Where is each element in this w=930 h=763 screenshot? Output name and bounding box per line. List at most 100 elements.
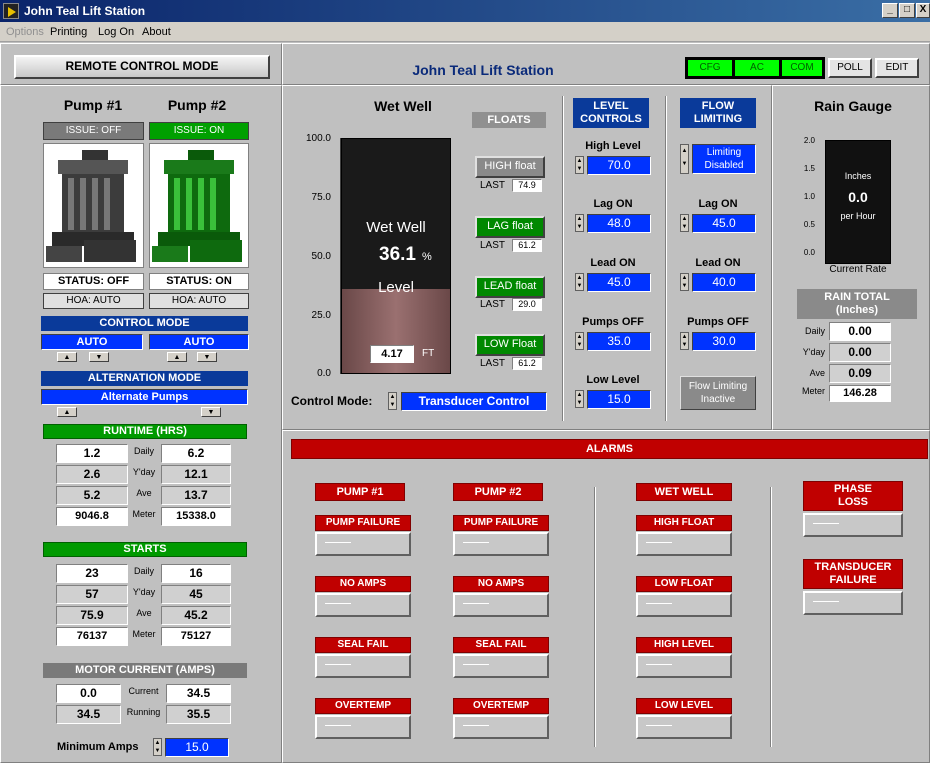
minimum-amps-spinner[interactable]: ▲ ▼: [153, 738, 162, 756]
menu-about[interactable]: About: [142, 26, 171, 38]
starts-p1-meter: 76137: [56, 627, 128, 646]
lag-on-label: Lag ON: [593, 198, 633, 210]
alarm-p1-overtemp-label: OVERTEMP: [315, 698, 411, 714]
pump1-mode-up-button[interactable]: ▲: [57, 352, 77, 362]
flow-lag-on-field[interactable]: 45.0: [692, 214, 756, 233]
status-indicators: CFG AC COM: [685, 57, 825, 79]
rain-total-title-1: RAIN TOTAL: [824, 291, 890, 303]
level-controls-header: LEVEL CONTROLS: [573, 98, 649, 128]
alarm-pump1-header: PUMP #1: [315, 483, 405, 501]
divider: [770, 487, 772, 747]
high-level-field[interactable]: 70.0: [587, 156, 651, 175]
ac-indicator: AC: [735, 60, 779, 76]
flow-lead-on-spinner[interactable]: ▲ ▼: [680, 273, 689, 291]
runtime-daily-label: Daily: [133, 446, 154, 456]
pump1-image: [43, 143, 144, 268]
maximize-button[interactable]: □: [899, 3, 915, 18]
level-controls-title-2: CONTROLS: [580, 113, 642, 125]
low-float-last-label: LAST: [480, 358, 506, 369]
menu-logon[interactable]: Log On: [98, 26, 134, 38]
running-p2: 35.5: [166, 705, 231, 724]
high-float-last-label: LAST: [480, 180, 506, 191]
flow-lead-on-field[interactable]: 40.0: [692, 273, 756, 292]
poll-button[interactable]: POLL: [828, 58, 872, 78]
alternation-up-button[interactable]: ▲: [57, 407, 77, 417]
lead-on-field[interactable]: 45.0: [587, 273, 651, 292]
rain-total-header: RAIN TOTAL (Inches): [797, 289, 917, 319]
pump2-mode-down-button[interactable]: ▼: [197, 352, 217, 362]
alarm-p1-pump-failure-indicator: [315, 532, 411, 556]
minimum-amps-label: Minimum Amps: [57, 741, 139, 753]
flow-limiting-mode-field[interactable]: Limiting Disabled: [692, 144, 756, 174]
flow-pumps-off-spinner[interactable]: ▲ ▼: [680, 332, 689, 350]
pumps-off-spinner[interactable]: ▲ ▼: [575, 332, 584, 350]
alternation-mode-field[interactable]: Alternate Pumps: [41, 389, 248, 405]
lead-on-spinner[interactable]: ▲ ▼: [575, 273, 584, 291]
pump2-title: Pump #2: [167, 97, 227, 113]
runtime-p2-daily: 6.2: [161, 444, 231, 463]
flow-limiting-title-1: FLOW: [701, 100, 735, 112]
lead-float-indicator: LEAD float: [475, 276, 545, 298]
pump2-mode-field[interactable]: AUTO: [149, 334, 249, 350]
wet-well-tick-100: 100.0: [305, 133, 331, 144]
pump1-mode-down-button[interactable]: ▼: [89, 352, 109, 362]
alarm-p2-no-amps-label: NO AMPS: [453, 576, 549, 592]
edit-button[interactable]: EDIT: [875, 58, 919, 78]
flow-limiting-status: Flow Limiting Inactive: [680, 376, 756, 410]
menu-options[interactable]: Options: [6, 26, 44, 38]
remote-control-mode-button[interactable]: REMOTE CONTROL MODE: [14, 55, 270, 79]
low-level-field[interactable]: 15.0: [587, 390, 651, 409]
high-level-spinner[interactable]: ▲ ▼: [575, 156, 584, 174]
pump1-issue-button[interactable]: ISSUE: OFF: [43, 122, 144, 140]
wet-well-feet-unit: FT: [422, 348, 435, 359]
runtime-p1-daily: 1.2: [56, 444, 128, 463]
minimize-button[interactable]: _: [882, 3, 898, 18]
close-button[interactable]: X: [916, 3, 930, 18]
low-level-spinner[interactable]: ▲ ▼: [575, 390, 584, 408]
high-float-last: 74.9: [512, 179, 542, 192]
wet-well-percent-unit: %: [422, 251, 432, 263]
rain-unit: Inches: [844, 171, 872, 181]
flow-limiting-mode-line2: Disabled: [704, 160, 744, 171]
alarm-p1-seal-fail-label: SEAL FAIL: [315, 637, 411, 653]
pump2-issue-button[interactable]: ISSUE: ON: [149, 122, 249, 140]
control-mode-field[interactable]: Transducer Control: [401, 392, 547, 411]
starts-p2-ave: 45.2: [161, 606, 231, 625]
flow-pumps-off-field[interactable]: 30.0: [692, 332, 756, 351]
rain-tick-2: 2.0: [803, 136, 815, 145]
starts-p1-ave: 75.9: [56, 606, 128, 625]
starts-meter-label: Meter: [132, 629, 156, 639]
alarm-transducer-header: TRANSDUCER FAILURE: [803, 559, 903, 589]
divider: [562, 96, 564, 421]
alternation-down-button[interactable]: ▼: [201, 407, 221, 417]
rain-tick-0: 0.0: [803, 248, 815, 257]
menu-printing[interactable]: Printing: [50, 26, 87, 38]
flow-lag-on-spinner[interactable]: ▲ ▼: [680, 214, 689, 232]
rain-meter-value: 146.28: [829, 385, 891, 402]
alarm-high-float-label: HIGH FLOAT: [636, 515, 732, 531]
runtime-yday-label: Y'day: [132, 467, 156, 477]
flow-limiting-spinner[interactable]: ▲ ▼: [680, 144, 689, 174]
wet-well-level-label: Level: [378, 279, 414, 296]
lag-on-field[interactable]: 48.0: [587, 214, 651, 233]
menu-bar: Options Printing Log On About: [0, 22, 930, 42]
pump2-mode-up-button[interactable]: ▲: [167, 352, 187, 362]
starts-p1-yday: 57: [56, 585, 128, 604]
alarm-low-float-label: LOW FLOAT: [636, 576, 732, 592]
pumps-off-field[interactable]: 35.0: [587, 332, 651, 351]
alarm-low-level-label: LOW LEVEL: [636, 698, 732, 714]
pumps-off-label: Pumps OFF: [582, 316, 644, 328]
wet-well-tick-0: 0.0: [317, 368, 331, 379]
alarm-transducer-line1: TRANSDUCER: [814, 561, 892, 573]
control-mode-spinner[interactable]: ▲ ▼: [388, 392, 397, 410]
rain-tick-1: 1.0: [803, 192, 815, 201]
minimum-amps-field[interactable]: 15.0: [165, 738, 229, 757]
runtime-meter-label: Meter: [132, 509, 156, 519]
low-float-indicator: LOW Float: [475, 334, 545, 356]
current-label: Current: [128, 686, 159, 696]
pump1-mode-field[interactable]: AUTO: [41, 334, 143, 350]
rain-ave-label: Ave: [809, 368, 825, 378]
alarm-high-level-label: HIGH LEVEL: [636, 637, 732, 653]
lag-on-spinner[interactable]: ▲ ▼: [575, 214, 584, 232]
runtime-p1-yday: 2.6: [56, 465, 128, 484]
